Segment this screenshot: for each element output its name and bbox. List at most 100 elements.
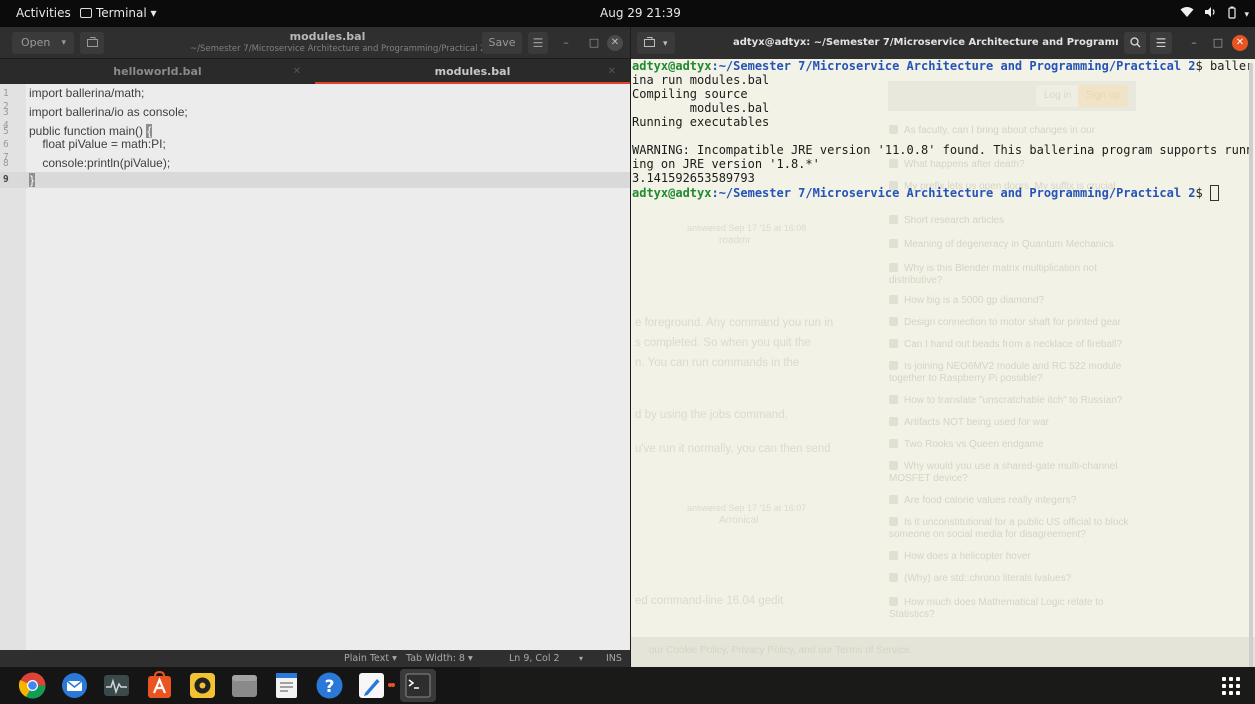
code-text: float piValue = math:PI; xyxy=(29,137,166,151)
matching-bracket: } xyxy=(29,173,36,187)
terminal-icon[interactable] xyxy=(400,669,436,702)
chevron-down-icon: ▾ xyxy=(61,38,66,48)
close-button[interactable]: ✕ xyxy=(1232,35,1248,51)
chevron-down-icon[interactable]: ▾ xyxy=(579,650,583,667)
language-selector[interactable]: Plain Text ▾ xyxy=(344,650,397,667)
minimize-button[interactable]: – xyxy=(556,33,576,53)
new-document-button[interactable] xyxy=(80,32,104,54)
prompt-path: :~/Semester 7/Microservice Architecture … xyxy=(711,186,1196,200)
terminal-line: Compiling source xyxy=(632,87,748,101)
ghost-text: Design connection to motor shaft for pri… xyxy=(904,317,1121,328)
ghost-text: Is it unconstitutional for a public US o… xyxy=(889,517,1129,540)
ghost-related-item: How big is a 5000 gp diamond? xyxy=(889,295,1129,307)
terminal-output-area[interactable]: Log in Sign up As faculty, can I bring a… xyxy=(631,59,1255,667)
ghost-tags: ed command-line 16.04 gedit xyxy=(635,595,784,607)
files-icon[interactable] xyxy=(230,671,259,700)
dock: ? xyxy=(0,667,1255,704)
new-tab-button[interactable]: ▾ xyxy=(637,32,675,54)
code-editor[interactable]: 1 import ballerina/math; 2 3 import baller… xyxy=(0,84,630,650)
app-menu[interactable]: Terminal ▾ xyxy=(80,0,157,27)
ghost-text: Short research articles xyxy=(904,215,1005,226)
command-text: baller xyxy=(1210,59,1252,73)
ghost-related-item: Meaning of degeneracy in Quantum Mechani… xyxy=(889,239,1129,251)
line-number: 1 xyxy=(3,88,9,99)
hamburger-icon: ☰ xyxy=(1155,36,1167,50)
save-button[interactable]: Save xyxy=(482,32,522,54)
gedit-statusbar: Plain Text ▾ Tab Width: 8 ▾ Ln 9, Col 2 … xyxy=(0,650,630,667)
thunderbird-icon[interactable] xyxy=(60,671,89,700)
ghost-related-item: How much does Mathematical Logic relate … xyxy=(889,597,1129,621)
prompt-user: adtyx@adtyx xyxy=(632,59,712,73)
minimize-button[interactable]: – xyxy=(1184,33,1204,53)
line-number: 5 xyxy=(3,126,9,137)
terminal-cursor xyxy=(1210,185,1219,201)
ghost-related-item: Can I hand out beads from a necklace of … xyxy=(889,339,1129,351)
ghost-related-item: (Why) are std::chrono literals lvalues? xyxy=(889,573,1129,585)
ghost-text: Two Rooks vs Queen endgame xyxy=(904,439,1044,450)
new-tab-icon xyxy=(86,37,98,47)
maximize-button[interactable]: □ xyxy=(1208,33,1228,53)
help-icon[interactable]: ? xyxy=(315,671,344,700)
line-number: 3 xyxy=(3,107,9,118)
tab-modules[interactable]: modules.bal ✕ xyxy=(315,59,630,84)
line-number: 6 xyxy=(3,139,9,150)
ghost-related-item: Is joining NEO6MV2 module and RC 522 mod… xyxy=(889,361,1129,385)
chrome-icon[interactable] xyxy=(18,671,47,700)
terminal-menu-button[interactable]: ☰ xyxy=(1150,32,1172,54)
ghost-related-item: Why would you use a shared-gate multi-ch… xyxy=(889,461,1129,485)
current-code-line: 9} xyxy=(0,172,630,188)
cursor-position[interactable]: Ln 9, Col 2 xyxy=(509,650,560,667)
terminal-headerbar: ▾ adtyx@adtyx: ~/Semester 7/Microservice… xyxy=(631,27,1255,59)
show-applications-icon[interactable] xyxy=(1222,677,1240,695)
terminal-scrollbar[interactable] xyxy=(1249,63,1253,689)
insert-mode-indicator: INS xyxy=(606,653,622,664)
terminal-title: adtyx@adtyx: ~/Semester 7/Microservice A… xyxy=(733,37,1118,48)
open-button[interactable]: Open ▾ xyxy=(12,32,74,54)
hamburger-icon: ☰ xyxy=(532,36,544,50)
ghost-text: How does a helicopter hover xyxy=(904,551,1031,562)
close-tab-icon[interactable]: ✕ xyxy=(293,59,301,84)
activities-button[interactable]: Activities xyxy=(16,0,71,27)
close-button[interactable]: ✕ xyxy=(607,35,623,51)
top-bar: Activities Terminal ▾ Aug 29 21:39 ▾ xyxy=(0,0,1255,27)
document-tabs: helloworld.bal ✕ modules.bal ✕ xyxy=(0,59,630,84)
terminal-line: 3.141592653589793 xyxy=(632,171,755,185)
ghost-text: Why would you use a shared-gate multi-ch… xyxy=(889,461,1118,484)
ghost-text: Meaning of degeneracy in Quantum Mechani… xyxy=(904,239,1114,250)
terminal-line: adtyx@adtyx:~/Semester 7/Microservice Ar… xyxy=(632,185,1252,203)
terminal-line: Running executables xyxy=(632,115,770,129)
ghost-answered: answered Sep 17 '15 at 16:07 xyxy=(687,503,807,513)
tab-width-selector[interactable]: Tab Width: 8 ▾ xyxy=(406,650,473,667)
line-number: 9 xyxy=(3,174,9,185)
ghost-text: (Why) are std::chrono literals lvalues? xyxy=(904,573,1072,584)
matching-bracket: { xyxy=(146,124,153,138)
ghost-related-item: Two Rooks vs Queen endgame xyxy=(889,439,1129,451)
svg-text:?: ? xyxy=(325,677,335,697)
ghost-answered: answered Sep 17 '15 at 16:08 xyxy=(687,223,807,233)
ghost-related-item: Design connection to motor shaft for pri… xyxy=(889,317,1129,329)
ghost-text: Why is this Blender matrix multiplicatio… xyxy=(889,263,1097,286)
gedit-icon[interactable] xyxy=(357,671,386,700)
terminal-line: adtyx@adtyx:~/Semester 7/Microservice Ar… xyxy=(632,59,1252,73)
rhythmbox-icon[interactable] xyxy=(188,671,217,700)
ghost-text: Is joining NEO6MV2 module and RC 522 mod… xyxy=(889,361,1122,384)
software-center-icon[interactable] xyxy=(145,671,174,700)
system-monitor-icon[interactable] xyxy=(102,671,131,700)
prompt-path: :~/Semester 7/Microservice Architecture … xyxy=(711,59,1196,73)
terminal-line: WARNING: Incompatible JRE version '11.0.… xyxy=(632,143,1252,157)
clock[interactable]: Aug 29 21:39 xyxy=(600,0,681,27)
tab-helloworld[interactable]: helloworld.bal ✕ xyxy=(0,59,315,84)
ghost-related-item: Short research articles xyxy=(889,215,1129,227)
text-editor-icon[interactable] xyxy=(272,671,301,700)
close-tab-icon[interactable]: ✕ xyxy=(608,59,616,84)
new-tab-icon xyxy=(644,37,656,47)
search-button[interactable] xyxy=(1124,32,1146,54)
prompt-user: adtyx@adtyx xyxy=(632,186,712,200)
code-text: } xyxy=(29,172,36,188)
prompt-symbol: $ xyxy=(1195,186,1210,200)
hamburger-menu-button[interactable]: ☰ xyxy=(528,32,548,54)
terminal-window: ▾ adtyx@adtyx: ~/Semester 7/Microservice… xyxy=(631,27,1255,689)
system-status-area[interactable]: ▾ xyxy=(1180,0,1255,27)
maximize-button[interactable]: □ xyxy=(584,33,604,53)
